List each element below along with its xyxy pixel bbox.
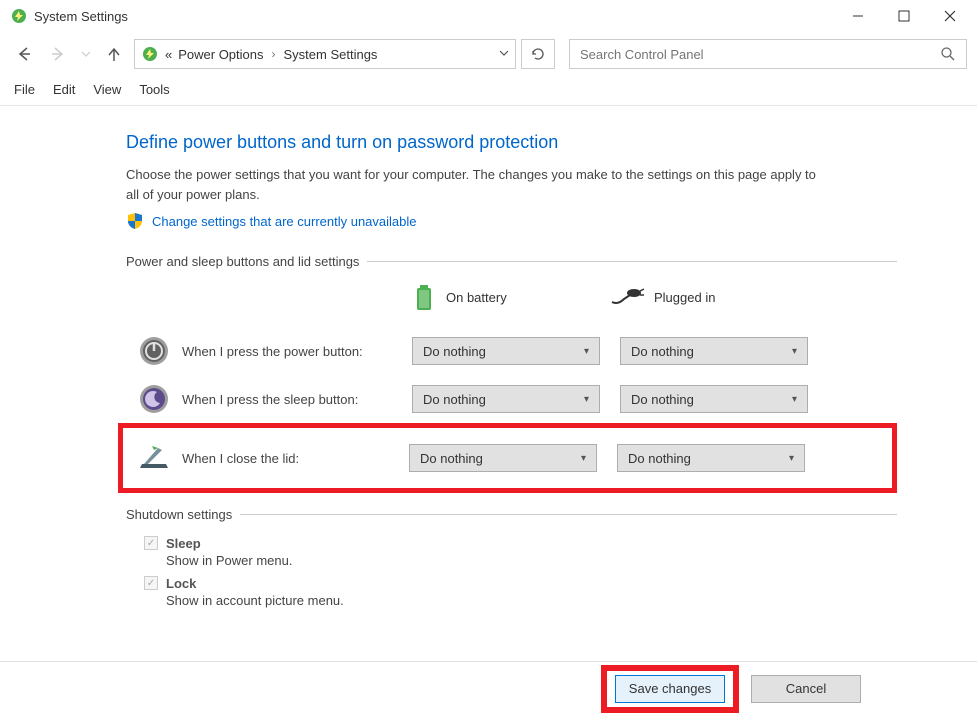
close-lid-battery-select[interactable]: Do nothing ▾	[409, 444, 597, 472]
admin-link[interactable]: Change settings that are currently unava…	[126, 212, 897, 230]
power-options-icon	[141, 45, 159, 63]
refresh-button[interactable]	[521, 39, 555, 69]
window-controls	[835, 0, 973, 32]
section-header-shutdown: Shutdown settings	[126, 507, 897, 522]
window-title: System Settings	[34, 9, 128, 24]
battery-icon	[412, 283, 436, 311]
chevron-down-icon: ▾	[584, 394, 589, 405]
chevron-down-icon: ▾	[792, 346, 797, 357]
breadcrumb-item[interactable]: Power Options	[178, 47, 263, 62]
sleep-button-plugged-select[interactable]: Do nothing ▾	[620, 385, 808, 413]
page-title: Define power buttons and turn on passwor…	[126, 132, 897, 153]
breadcrumb-item[interactable]: System Settings	[284, 47, 378, 62]
power-button-icon	[138, 335, 170, 367]
sleep-checkbox[interactable]: ✓	[144, 536, 158, 550]
forward-button[interactable]	[44, 40, 72, 68]
chevron-down-icon: ▾	[584, 346, 589, 357]
footer: Save changes Cancel	[0, 661, 977, 715]
chevron-down-icon: ▾	[792, 394, 797, 405]
address-bar[interactable]: « Power Options › System Settings	[134, 39, 516, 69]
search-box[interactable]	[569, 39, 967, 69]
page-description: Choose the power settings that you want …	[126, 165, 826, 204]
close-button[interactable]	[927, 0, 973, 32]
address-dropdown-icon[interactable]	[499, 48, 509, 61]
shield-icon	[126, 212, 144, 230]
menu-edit[interactable]: Edit	[53, 82, 75, 97]
power-button-battery-select[interactable]: Do nothing ▾	[412, 337, 600, 365]
recent-dropdown[interactable]	[78, 40, 94, 68]
minimize-button[interactable]	[835, 0, 881, 32]
breadcrumb-separator: ›	[272, 47, 276, 61]
sleep-button-battery-select[interactable]: Do nothing ▾	[412, 385, 600, 413]
sleep-button-icon	[138, 383, 170, 415]
sleep-desc: Show in Power menu.	[166, 553, 897, 568]
search-input[interactable]	[580, 47, 940, 62]
plug-icon	[610, 287, 644, 307]
navigation-row: « Power Options › System Settings	[0, 32, 977, 76]
content-area: Define power buttons and turn on passwor…	[0, 106, 977, 636]
search-icon[interactable]	[940, 46, 956, 62]
save-button[interactable]: Save changes	[615, 675, 725, 703]
column-battery: On battery	[412, 283, 610, 311]
laptop-lid-icon	[138, 442, 170, 474]
section-header-buttons: Power and sleep buttons and lid settings	[126, 254, 897, 269]
back-button[interactable]	[10, 40, 38, 68]
row-sleep-button: When I press the sleep button: Do nothin…	[126, 375, 897, 423]
admin-link-text: Change settings that are currently unava…	[152, 214, 417, 229]
power-options-app-icon	[10, 7, 28, 25]
save-highlight: Save changes	[601, 665, 739, 713]
column-headers: On battery Plugged in	[126, 283, 897, 311]
menu-tools[interactable]: Tools	[139, 82, 169, 97]
up-button[interactable]	[100, 40, 128, 68]
menu-view[interactable]: View	[93, 82, 121, 97]
titlebar: System Settings	[0, 0, 977, 32]
menu-bar: File Edit View Tools	[0, 76, 977, 106]
column-plugged: Plugged in	[610, 283, 808, 311]
lock-desc: Show in account picture menu.	[166, 593, 897, 608]
maximize-button[interactable]	[881, 0, 927, 32]
power-button-plugged-select[interactable]: Do nothing ▾	[620, 337, 808, 365]
row-power-button: When I press the power button: Do nothin…	[126, 327, 897, 375]
row-close-lid: When I close the lid: Do nothing ▾ Do no…	[118, 423, 897, 493]
close-lid-plugged-select[interactable]: Do nothing ▾	[617, 444, 805, 472]
chevron-down-icon: ▾	[789, 453, 794, 464]
menu-file[interactable]: File	[14, 82, 35, 97]
sleep-checkbox-row: ✓ Sleep	[144, 536, 897, 551]
lock-checkbox-row: ✓ Lock	[144, 576, 897, 591]
lock-checkbox[interactable]: ✓	[144, 576, 158, 590]
cancel-button[interactable]: Cancel	[751, 675, 861, 703]
breadcrumb-prefix: «	[165, 47, 172, 62]
chevron-down-icon: ▾	[581, 453, 586, 464]
